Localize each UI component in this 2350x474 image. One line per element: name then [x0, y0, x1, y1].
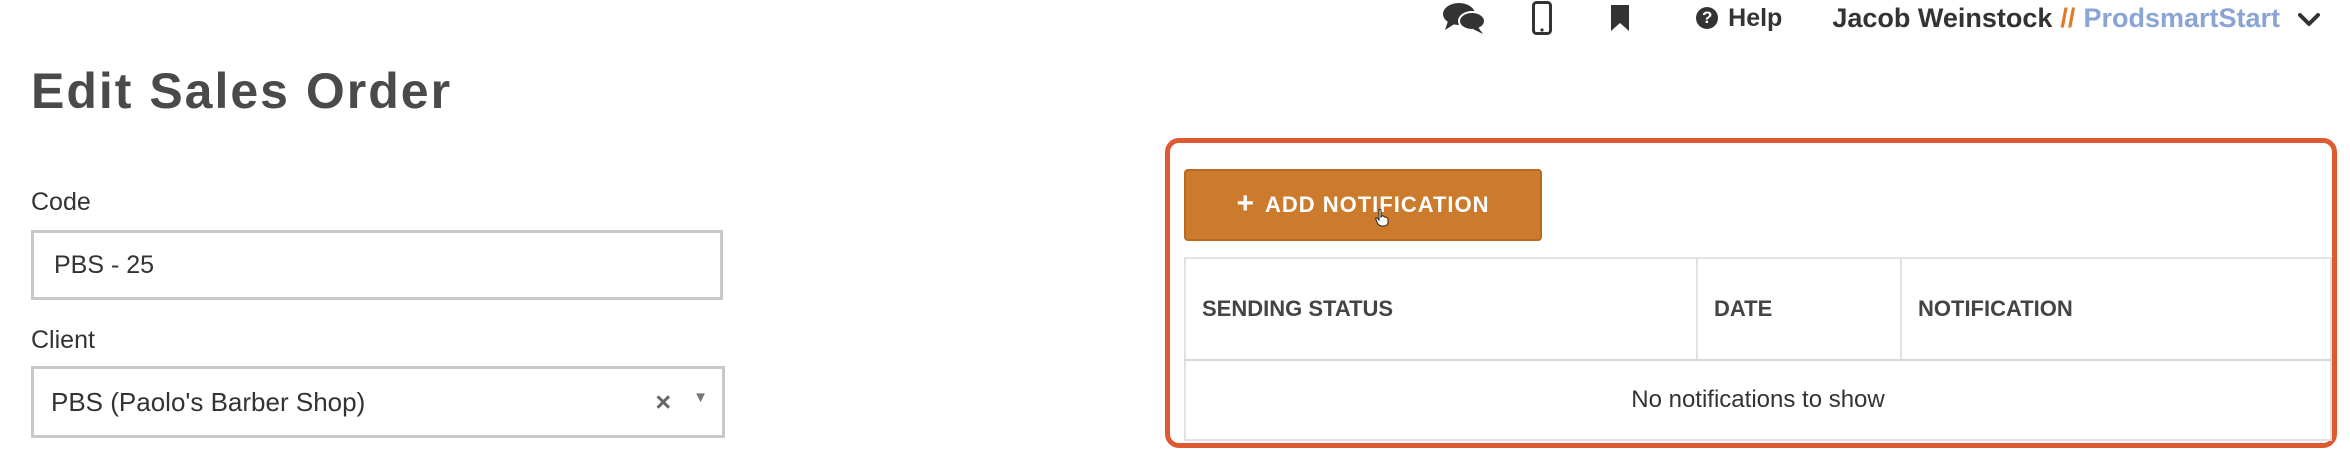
column-header-notification[interactable]: NOTIFICATION — [1900, 257, 2332, 361]
help-circle-icon: ? — [1696, 7, 1719, 29]
plus-icon: + — [1236, 186, 1255, 220]
caret-down-icon[interactable]: ▼ — [693, 389, 708, 406]
page-title: Edit Sales Order — [31, 63, 453, 119]
help-label: Help — [1728, 3, 1783, 32]
user-menu[interactable]: Jacob Weinstock // ProdsmartStart — [1832, 3, 2320, 34]
client-select[interactable]: PBS (Paolo's Barber Shop) × ▼ — [31, 366, 725, 438]
empty-row: No notifications to show — [1184, 359, 2332, 441]
column-header-sending-status[interactable]: SENDING STATUS — [1184, 257, 1698, 361]
mobile-icon[interactable] — [1518, 0, 1566, 36]
bookmark-icon[interactable] — [1596, 0, 1644, 36]
add-notification-button[interactable]: + ADD NOTIFICATION — [1184, 169, 1542, 241]
clear-selection-icon[interactable]: × — [655, 387, 671, 418]
chevron-down-icon[interactable] — [2298, 3, 2320, 34]
user-separator: // — [2060, 2, 2076, 33]
notifications-panel: + ADD NOTIFICATION SENDING STATUS DATE N… — [1165, 138, 2337, 448]
top-navigation: ? Help Jacob Weinstock // ProdsmartStart — [1410, 0, 2320, 36]
code-input[interactable] — [31, 230, 723, 300]
hand-cursor-icon — [1375, 209, 1389, 232]
column-header-date[interactable]: DATE — [1696, 257, 1902, 361]
code-label: Code — [31, 188, 91, 216]
help-link[interactable]: ? Help — [1696, 4, 1782, 33]
company-name: ProdsmartStart — [2083, 2, 2280, 33]
client-label: Client — [31, 326, 95, 354]
chat-icon[interactable] — [1440, 0, 1488, 36]
user-name: Jacob Weinstock — [1832, 2, 2053, 33]
table-header-row: SENDING STATUS DATE NOTIFICATION — [1184, 257, 2332, 361]
notifications-table: SENDING STATUS DATE NOTIFICATION No noti… — [1184, 257, 2332, 441]
empty-message: No notifications to show — [1184, 359, 2332, 441]
client-selected-value: PBS (Paolo's Barber Shop) — [51, 386, 366, 417]
